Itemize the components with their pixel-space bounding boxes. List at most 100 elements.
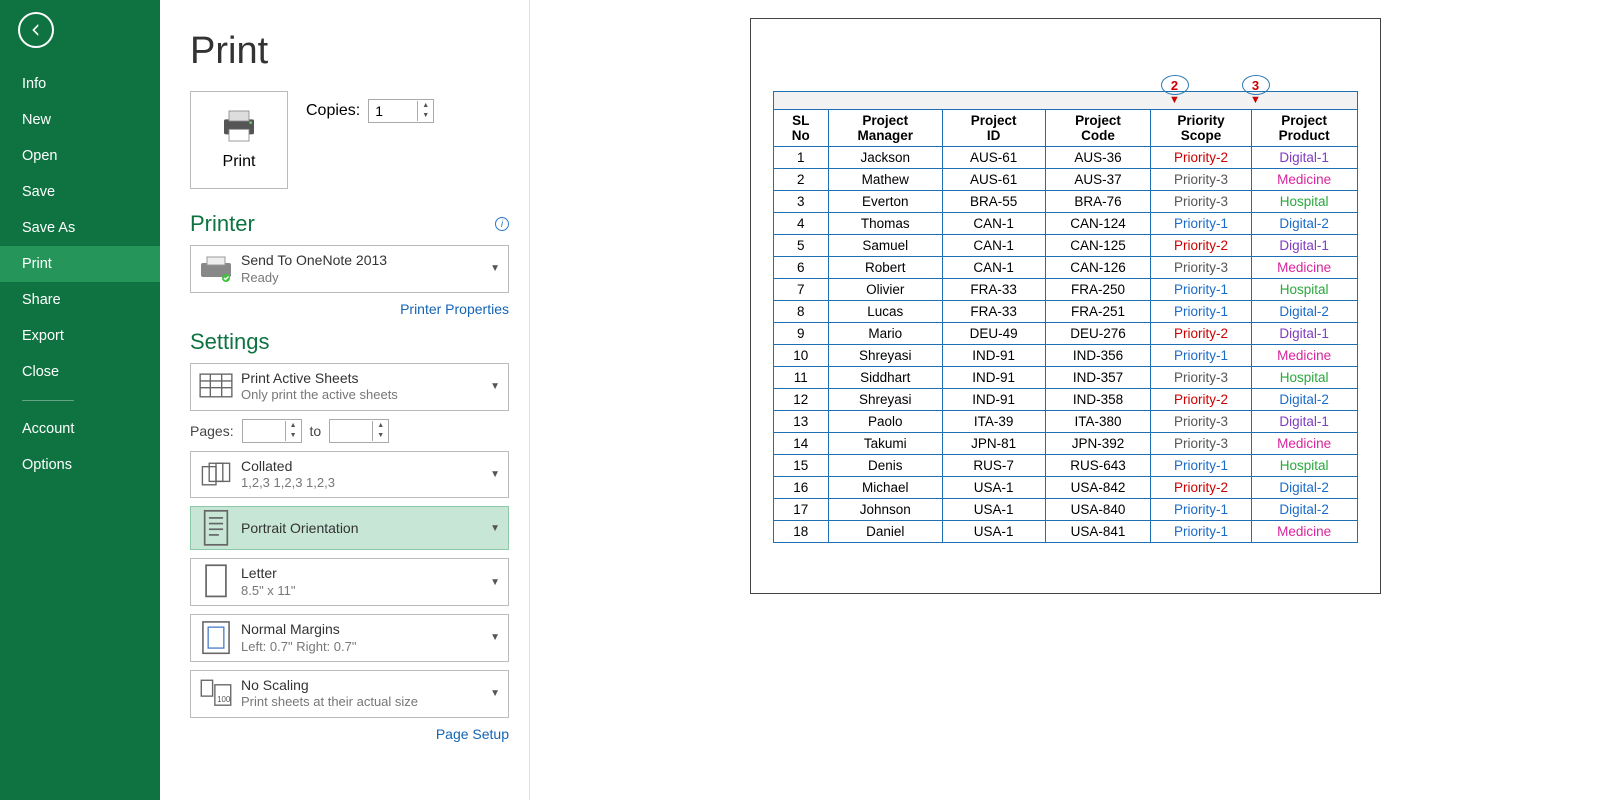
pages-label: Pages: (190, 423, 234, 439)
sidebar-item-export[interactable]: Export (0, 318, 160, 354)
paper-title: Letter (241, 565, 490, 583)
arrow-left-icon (27, 21, 45, 39)
pages-from-up[interactable]: ▲ (286, 421, 301, 431)
printer-status: Ready (241, 270, 490, 286)
pages-to-input[interactable] (330, 420, 372, 442)
chevron-down-icon: ▼ (490, 688, 500, 699)
sidebar-item-new[interactable]: New (0, 102, 160, 138)
copies-up[interactable]: ▲ (418, 101, 433, 111)
pages-from-input[interactable] (243, 420, 285, 442)
table-row: 5SamuelCAN-1CAN-125Priority-2Digital-1 (773, 235, 1357, 257)
info-icon[interactable]: i (495, 217, 509, 231)
collated-icon (199, 459, 233, 489)
pages-from-down[interactable]: ▼ (286, 431, 301, 441)
pages-to-spinner[interactable]: ▲▼ (329, 419, 389, 443)
annotation-2: 2▼ (1161, 75, 1189, 106)
paper-sub: 8.5" x 11" (241, 583, 490, 599)
table-row: 14TakumiJPN-81JPN-392Priority-3Medicine (773, 433, 1357, 455)
margins-dropdown[interactable]: Normal MarginsLeft: 0.7" Right: 0.7" ▼ (190, 614, 509, 662)
chevron-down-icon: ▼ (490, 263, 500, 274)
printer-properties-link[interactable]: Printer Properties (400, 301, 509, 317)
collation-dropdown[interactable]: Collated1,2,3 1,2,3 1,2,3 ▼ (190, 451, 509, 499)
collation-title: Collated (241, 458, 490, 476)
printer-section-title: Printer (190, 211, 255, 237)
sidebar-item-save-as[interactable]: Save As (0, 210, 160, 246)
sidebar-item-share[interactable]: Share (0, 282, 160, 318)
paper-icon (199, 567, 233, 597)
pages-to-up[interactable]: ▲ (373, 421, 388, 431)
sidebar-item-open[interactable]: Open (0, 138, 160, 174)
pages-to-label: to (310, 423, 322, 439)
chevron-down-icon: ▼ (490, 632, 500, 643)
table-row: 8LucasFRA-33FRA-251Priority-1Digital-2 (773, 301, 1357, 323)
orientation-dropdown[interactable]: Portrait Orientation ▼ (190, 506, 509, 550)
scaling-icon: 100 (199, 679, 233, 709)
scaling-dropdown[interactable]: 100 No ScalingPrint sheets at their actu… (190, 670, 509, 718)
preview-table: SLNoProjectManagerProjectIDProjectCodePr… (773, 91, 1358, 543)
table-header: ProjectProduct (1251, 110, 1357, 147)
table-header: PriorityScope (1151, 110, 1251, 147)
scaling-sub: Print sheets at their actual size (241, 694, 490, 710)
table-row: 18DanielUSA-1USA-841Priority-1Medicine (773, 521, 1357, 543)
sidebar-item-close[interactable]: Close (0, 354, 160, 390)
table-header: SLNo (773, 110, 828, 147)
collation-sub: 1,2,3 1,2,3 1,2,3 (241, 475, 490, 491)
table-row: 6RobertCAN-1CAN-126Priority-3Medicine (773, 257, 1357, 279)
settings-section-title: Settings (190, 329, 270, 355)
print-settings-pane: Print Print Copies: ▲ ▼ (160, 0, 530, 800)
sidebar-item-info[interactable]: Info (0, 66, 160, 102)
copies-label: Copies: (306, 102, 360, 120)
copies-spinner[interactable]: ▲ ▼ (368, 99, 434, 123)
margins-icon (199, 623, 233, 653)
table-row: 17JohnsonUSA-1USA-840Priority-1Digital-2 (773, 499, 1357, 521)
sidebar-separator (22, 400, 74, 401)
backstage-sidebar: InfoNewOpenSaveSave AsPrintShareExportCl… (0, 0, 160, 800)
page-setup-link[interactable]: Page Setup (436, 726, 509, 742)
print-what-dropdown[interactable]: Print Active SheetsOnly print the active… (190, 363, 509, 411)
table-row: 1JacksonAUS-61AUS-36Priority-2Digital-1 (773, 147, 1357, 169)
svg-text:100: 100 (217, 695, 231, 704)
printer-name: Send To OneNote 2013 (241, 252, 490, 270)
print-preview-pane: 2▼ 3▼ SLNoProjectManagerProjectIDProject… (530, 0, 1600, 800)
table-row: 16MichaelUSA-1USA-842Priority-2Digital-2 (773, 477, 1357, 499)
table-row: 11SiddhartIND-91IND-357Priority-3Hospita… (773, 367, 1357, 389)
portrait-icon (199, 513, 233, 543)
chevron-down-icon: ▼ (490, 469, 500, 480)
sidebar-item-options[interactable]: Options (0, 447, 160, 483)
chevron-down-icon: ▼ (490, 381, 500, 392)
pages-to-down[interactable]: ▼ (373, 431, 388, 441)
print-button-label: Print (223, 153, 256, 171)
table-row: 13PaoloITA-39ITA-380Priority-3Digital-1 (773, 411, 1357, 433)
table-header: ProjectCode (1045, 110, 1151, 147)
scaling-title: No Scaling (241, 677, 490, 695)
printer-device-icon (199, 254, 233, 284)
sidebar-item-account[interactable]: Account (0, 411, 160, 447)
sidebar-item-print[interactable]: Print (0, 246, 160, 282)
annotation-3: 3▼ (1242, 75, 1270, 106)
table-row: 2MathewAUS-61AUS-37Priority-3Medicine (773, 169, 1357, 191)
pages-from-spinner[interactable]: ▲▼ (242, 419, 302, 443)
print-button[interactable]: Print (190, 91, 288, 189)
sidebar-item-save[interactable]: Save (0, 174, 160, 210)
print-what-title: Print Active Sheets (241, 370, 490, 388)
back-button[interactable] (18, 12, 54, 48)
table-header: ProjectID (942, 110, 1045, 147)
print-what-sub: Only print the active sheets (241, 387, 490, 403)
paper-size-dropdown[interactable]: Letter8.5" x 11" ▼ (190, 558, 509, 606)
margins-sub: Left: 0.7" Right: 0.7" (241, 639, 490, 655)
chevron-down-icon: ▼ (490, 523, 500, 534)
table-row: 12ShreyasiIND-91IND-358Priority-2Digital… (773, 389, 1357, 411)
table-row: 7OlivierFRA-33FRA-250Priority-1Hospital (773, 279, 1357, 301)
printer-dropdown[interactable]: Send To OneNote 2013 Ready ▼ (190, 245, 509, 293)
sheets-icon (199, 372, 233, 402)
orientation-title: Portrait Orientation (241, 520, 490, 538)
chevron-down-icon: ▼ (490, 577, 500, 588)
printer-icon (219, 109, 259, 143)
table-row: 4ThomasCAN-1CAN-124Priority-1Digital-2 (773, 213, 1357, 235)
copies-down[interactable]: ▼ (418, 111, 433, 121)
table-header: ProjectManager (828, 110, 942, 147)
copies-input[interactable] (369, 100, 417, 122)
table-row: 15DenisRUS-7RUS-643Priority-1Hospital (773, 455, 1357, 477)
margins-title: Normal Margins (241, 621, 490, 639)
preview-page: 2▼ 3▼ SLNoProjectManagerProjectIDProject… (750, 18, 1381, 594)
